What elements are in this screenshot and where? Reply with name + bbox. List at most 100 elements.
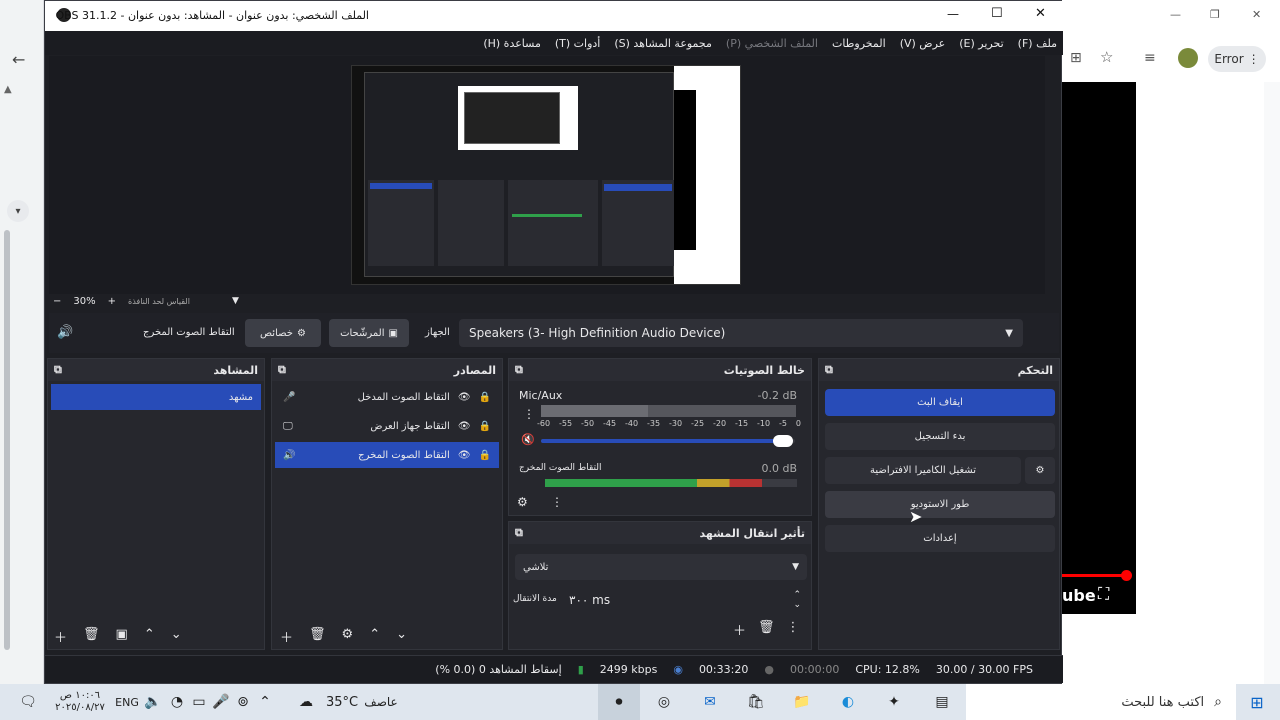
mic-tray-icon[interactable]: 🎤 (212, 690, 230, 714)
dock-undock-icon[interactable]: ⧉ (54, 363, 62, 377)
collapse-up-icon[interactable]: ▲ (4, 84, 12, 95)
error-badge[interactable]: Error ⋮ (1208, 46, 1266, 72)
dock-undock-icon[interactable]: ⧉ (515, 363, 523, 377)
youtube-player[interactable]: ube ⛶ (1062, 82, 1136, 614)
tray-expand-icon[interactable]: ⌃ (256, 690, 274, 714)
source-item[interactable]: 🔒 👁 التقاط الصوت المخرج 🔊 (275, 442, 499, 468)
trash-icon[interactable]: 🗑 (309, 627, 326, 646)
outlook-taskbar-icon[interactable]: ✉ (692, 690, 728, 714)
menu-tools[interactable]: أدوات (T) (555, 37, 601, 50)
volume-slider[interactable] (541, 435, 795, 447)
battery-icon[interactable]: ▭ (190, 690, 208, 714)
camera-tray-icon[interactable]: ⊚ (234, 690, 252, 714)
media-list-icon[interactable]: ≡ (1144, 50, 1156, 66)
down-arrow-icon[interactable]: ⌄ (171, 627, 182, 646)
zoom-out-button[interactable]: − (53, 296, 61, 307)
weather-desc[interactable]: عاصف (358, 690, 404, 714)
stepper-icon[interactable]: ⌃ ⌄ (793, 590, 801, 610)
gear-icon[interactable]: ⚙ (342, 627, 354, 646)
source-item[interactable]: 🔒 👁 التقاط الصوت المدخل 🎤 (275, 384, 499, 410)
properties-button[interactable]: خصائص ⚙ (245, 319, 321, 347)
preview-canvas[interactable] (351, 65, 741, 285)
add-icon[interactable]: ＋ (54, 627, 67, 646)
weather-temp[interactable]: 35°C (322, 690, 362, 714)
youtube-progress[interactable] (1062, 574, 1128, 577)
lock-icon[interactable]: 🔒 (479, 421, 491, 432)
mute-icon[interactable]: 🔇 (521, 433, 535, 446)
obs-taskbar-icon[interactable]: ⏺ (598, 684, 640, 720)
fit-window-label[interactable]: القياس لحد النافذة (128, 297, 190, 306)
source-item[interactable]: 🔒 👁 التقاط جهاز العرض 🖵 (275, 413, 499, 439)
lock-icon[interactable]: 🔒 (479, 392, 491, 403)
add-icon[interactable]: ＋ (733, 620, 746, 639)
zoom-dropdown-icon[interactable]: ▼ (232, 296, 239, 306)
duration-input[interactable]: ٣٠٠ ms ⌃ ⌄ (561, 586, 807, 614)
search-box[interactable]: اكتب هنا للبحث ⌕ (966, 684, 1236, 720)
start-icon[interactable]: ⊞ (1242, 690, 1272, 714)
volume-slider-handle[interactable] (773, 435, 794, 447)
volume-icon[interactable]: 🔊 (57, 325, 73, 340)
store-taskbar-icon[interactable]: 🛍 (738, 690, 774, 714)
lock-icon[interactable]: 🔒 (479, 450, 491, 461)
chrome-taskbar-icon[interactable]: ◎ (646, 690, 682, 714)
minimize-icon[interactable]: — (947, 7, 959, 21)
explorer-taskbar-icon[interactable]: 📁 (784, 690, 820, 714)
start-record-button[interactable]: بدء التسجيل (825, 423, 1055, 450)
stop-stream-button[interactable]: ايقاف البث (825, 389, 1055, 416)
translate-icon[interactable]: ⊞ (1070, 50, 1082, 66)
menu-edit[interactable]: تحرير (E) (959, 37, 1003, 50)
dock-undock-icon[interactable]: ⧉ (515, 526, 523, 540)
down-arrow-icon[interactable]: ⌄ (396, 627, 407, 646)
trash-icon[interactable]: 🗑 (83, 627, 100, 646)
dock-undock-icon[interactable]: ⧉ (825, 363, 833, 377)
virtual-camera-settings-button[interactable]: ⚙ (1025, 457, 1055, 484)
menu-view[interactable]: عرض (V) (900, 37, 946, 50)
dropdown-circle-icon[interactable]: ▾ (7, 200, 29, 222)
mixer-menu-icon[interactable]: ⋮ (551, 495, 563, 509)
channel-menu-icon[interactable]: ⋮ (523, 407, 535, 421)
close-icon[interactable]: ✕ (1035, 6, 1046, 21)
browser-scrollbar[interactable] (1264, 82, 1280, 684)
menu-help[interactable]: مساعدة (H) (483, 37, 541, 50)
copilot-taskbar-icon[interactable]: ✦ (876, 690, 912, 714)
maximize-icon[interactable]: ☐ (991, 6, 1003, 21)
virtual-camera-button[interactable]: تشغيل الكاميرا الافتراضية (825, 457, 1021, 484)
dock-undock-icon[interactable]: ⧉ (278, 363, 286, 377)
close-browser-icon[interactable]: ✕ (1252, 8, 1261, 21)
more-vert-icon[interactable]: ⋮ (787, 620, 800, 639)
clock[interactable]: ١٠:٠٦ ص ٢٠٢٥/٠٨/٢٧ (50, 690, 110, 714)
up-arrow-icon[interactable]: ⌃ (369, 627, 380, 646)
eye-icon[interactable]: 👁 (458, 450, 471, 461)
star-icon[interactable]: ☆ (1100, 48, 1113, 66)
zoom-in-button[interactable]: + (108, 296, 116, 307)
device-select[interactable]: Speakers (3- High Definition Audio Devic… (459, 319, 1023, 347)
avatar[interactable] (1178, 48, 1198, 68)
eye-icon[interactable]: 👁 (458, 392, 471, 403)
studio-mode-button[interactable]: طور الاستوديو (825, 491, 1055, 518)
speaker-icon[interactable]: 🔈 (144, 690, 162, 714)
menu-profile[interactable]: الملف الشخصي (P) (726, 37, 818, 50)
trash-icon[interactable]: 🗑 (758, 620, 775, 639)
language-indicator[interactable]: ENG (112, 690, 142, 714)
notification-icon[interactable]: 🗨 (10, 690, 46, 714)
minimize-browser-icon[interactable]: — (1170, 8, 1181, 21)
fullscreen-icon[interactable]: ⛶ (1098, 584, 1109, 604)
restore-browser-icon[interactable]: ❐ (1210, 8, 1220, 21)
task-view-icon[interactable]: ▤ (924, 690, 960, 714)
up-arrow-icon[interactable]: ⌃ (144, 627, 155, 646)
filter-icon[interactable]: ▣ (116, 627, 128, 646)
back-arrow-icon[interactable]: ← (12, 50, 25, 69)
weather-icon[interactable]: ☁ (294, 690, 318, 714)
youtube-progress-handle[interactable] (1121, 570, 1132, 581)
menu-docks[interactable]: المخروطات (832, 37, 886, 50)
eye-icon[interactable]: 👁 (458, 421, 471, 432)
settings-button[interactable]: إعدادات (825, 525, 1055, 552)
edge-taskbar-icon[interactable]: ◐ (830, 690, 866, 714)
browser-scrollbar-left[interactable] (4, 230, 10, 650)
mixer-gear-icon[interactable]: ⚙ (517, 495, 528, 509)
menu-file[interactable]: ملف (F) (1018, 37, 1057, 50)
add-icon[interactable]: ＋ (280, 627, 293, 646)
transition-select[interactable]: تلاشي ▼ (515, 554, 807, 580)
scene-item[interactable]: مشهد (51, 384, 261, 410)
filters-button[interactable]: المرشّحات ▣ (329, 319, 409, 347)
